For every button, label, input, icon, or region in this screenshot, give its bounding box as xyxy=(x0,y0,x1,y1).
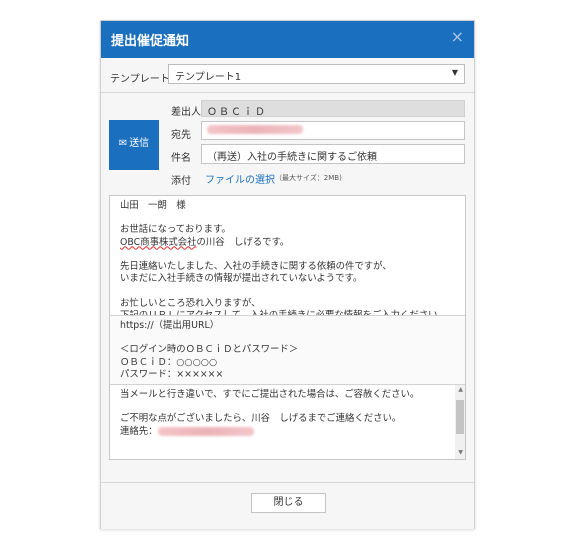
body-line: お世話になっております。 xyxy=(120,224,231,236)
scroll-up-arrow-icon[interactable]: ▲ xyxy=(458,386,463,393)
chevron-down-icon: ▼ xyxy=(451,68,458,77)
close-icon[interactable]: × xyxy=(451,27,464,46)
body-line: ＜ログイン時のＯＢＣｉＤとパスワード＞ xyxy=(120,344,299,356)
body-line: いまだに入社手続きの情報が提出されていないようです。 xyxy=(120,273,363,285)
envelope-icon: ✉ xyxy=(118,138,128,149)
body-line: https://（提出用URL） xyxy=(120,320,220,331)
body-line: 山田 一朗 様 xyxy=(120,200,186,211)
company-name: OBC商事株式会社 xyxy=(120,236,197,248)
send-button-label: 送信 xyxy=(129,138,150,149)
sender-label: 差出人 xyxy=(171,107,201,118)
body-line: 先日連絡いたしました、入社の手続きに関する依頼の件ですが、 xyxy=(120,261,392,273)
template-label: テンプレート xyxy=(110,74,170,85)
dialog-title: 提出催促通知 xyxy=(111,34,190,49)
sender-field: ＯＢＣｉＤ xyxy=(201,100,465,118)
subject-label: 件名 xyxy=(171,153,191,164)
file-size-note: （最大サイズ：2MB) xyxy=(275,174,342,182)
body-line: 連絡先： xyxy=(120,425,158,437)
body-section-closing[interactable]: 当メールと行き違いで、すでにご提出された場合は、ご容赦ください。 ご不明な点がご… xyxy=(110,385,465,459)
sender-value: ＯＢＣｉＤ xyxy=(207,107,267,118)
file-select-link[interactable]: ファイルの選択 xyxy=(205,171,275,186)
body-line: の川谷 しげるです。 xyxy=(196,236,290,248)
message-body[interactable]: 山田 一朗 様 お世話になっております。 OBC商事株式会社の川谷 しげるです。… xyxy=(109,195,466,460)
send-button[interactable]: ✉ 送信 xyxy=(109,120,159,170)
redacted-email xyxy=(157,426,254,436)
dialog-footer: 閉じる xyxy=(101,482,474,529)
to-label: 宛先 xyxy=(171,130,191,141)
dialog-titlebar: 提出催促通知 × xyxy=(101,21,474,58)
subject-value: （再送）入社の手続きに関するご依頼 xyxy=(207,152,377,163)
subject-field[interactable]: （再送）入社の手続きに関するご依頼 xyxy=(201,144,465,164)
redacted-email xyxy=(207,124,303,134)
template-selected-value: テンプレート1 xyxy=(175,72,242,83)
attachment-label: 添付 xyxy=(171,176,191,187)
body-line: ご不明な点がございましたら、川谷 しげるまでご連絡ください。 xyxy=(120,413,402,425)
body-line: パスワード：×××××× xyxy=(120,368,224,380)
submit-reminder-dialog: 提出催促通知 × テンプレート テンプレート1 ▼ ✉ 送信 差出人 ＯＢＣｉＤ … xyxy=(100,20,475,529)
scroll-down-arrow-icon[interactable]: ▼ xyxy=(458,449,463,456)
body-line: ＯＢＣｉＤ：○○○○○ xyxy=(120,356,218,368)
body-section-url: https://（提出用URL） ＜ログイン時のＯＢＣｉＤとパスワード＞ ＯＢＣ… xyxy=(110,315,465,385)
body-line: お忙しいところ恐れ入りますが、 xyxy=(120,297,261,309)
body-section-intro[interactable]: 山田 一朗 様 お世話になっております。 OBC商事株式会社の川谷 しげるです。… xyxy=(110,196,465,321)
divider xyxy=(101,92,474,93)
scrollbar-thumb[interactable] xyxy=(456,400,464,434)
close-button[interactable]: 閉じる xyxy=(251,493,326,513)
template-select[interactable]: テンプレート1 ▼ xyxy=(168,64,465,84)
body-line: 当メールと行き違いで、すでにご提出された場合は、ご容赦ください。 xyxy=(120,389,420,400)
to-field[interactable] xyxy=(201,121,465,140)
